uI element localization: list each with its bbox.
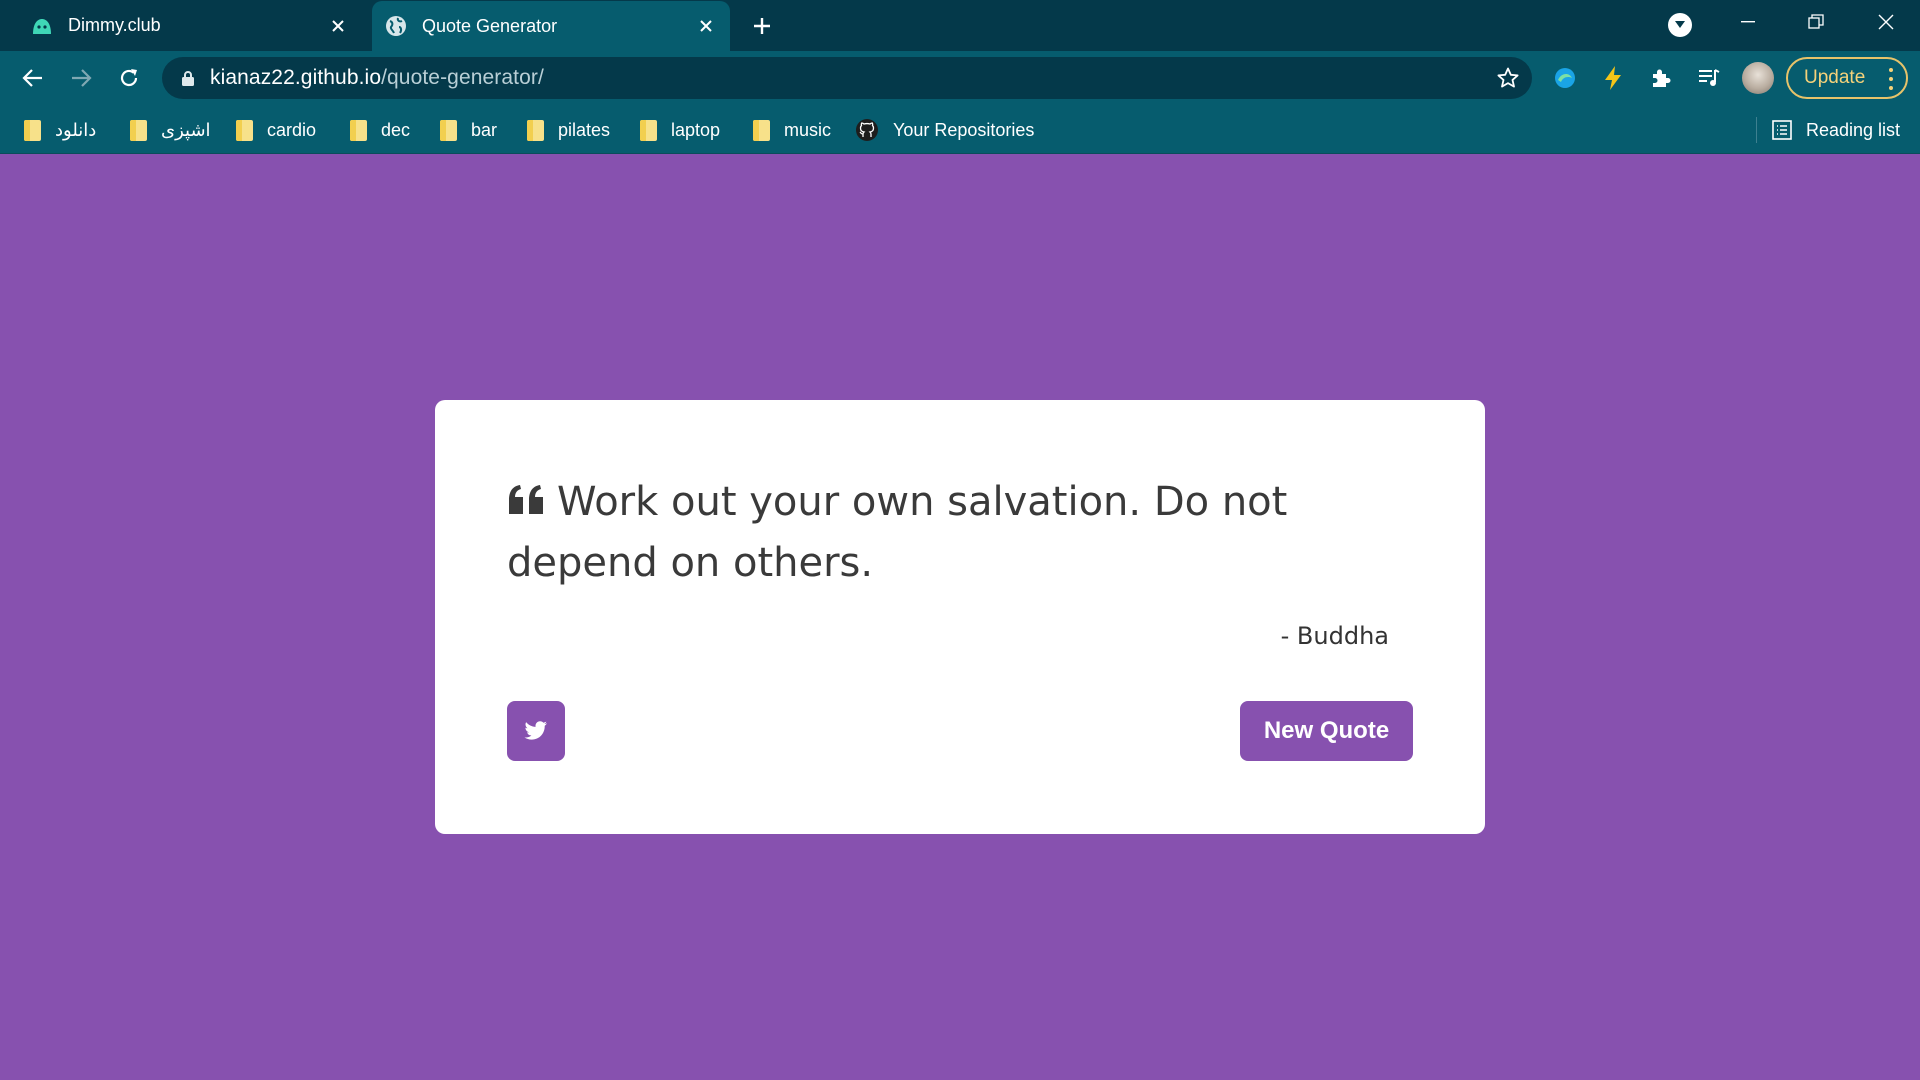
- bookmark-folder[interactable]: bar: [440, 115, 497, 145]
- minimize-icon: [1741, 21, 1755, 23]
- url-path: /quote-generator/: [381, 66, 544, 89]
- url-text: kianaz22.github.io/quote-generator/: [210, 66, 544, 90]
- bookmark-folder[interactable]: cardio: [236, 115, 316, 145]
- tab-title: Dimmy.club: [68, 15, 161, 35]
- bookmark-folder[interactable]: اشپزی: [130, 115, 211, 145]
- bookmark-label: bar: [471, 119, 498, 140]
- forward-button[interactable]: [64, 61, 98, 95]
- browser-toolbar: kianaz22.github.io/quote-generator/ Upda…: [0, 51, 1920, 105]
- folder-icon: [440, 119, 457, 141]
- bookmark-folder[interactable]: pilates: [527, 115, 610, 145]
- twitter-icon: [524, 721, 547, 740]
- reload-icon: [120, 69, 138, 87]
- quote-card: Work out your own salvation. Do not depe…: [435, 400, 1485, 834]
- new-tab-button[interactable]: [746, 10, 778, 42]
- reading-list-label: Reading list: [1806, 119, 1901, 140]
- quote-author: - Buddha: [1280, 622, 1389, 650]
- folder-icon: [640, 119, 657, 141]
- bookmark-label: اشپزی: [161, 119, 211, 140]
- more-menu-icon[interactable]: [1888, 68, 1894, 90]
- tab-quote-generator[interactable]: Quote Generator: [372, 1, 730, 51]
- github-icon: [855, 118, 879, 142]
- bookmark-your-repositories[interactable]: Your Repositories: [855, 115, 1034, 145]
- folder-icon: [753, 119, 770, 141]
- tab-bar: Dimmy.club Quote Generator: [0, 0, 1920, 51]
- update-label: Update: [1804, 67, 1866, 88]
- media-controls-icon[interactable]: [1694, 63, 1724, 93]
- folder-icon: [350, 119, 367, 141]
- chevron-down-icon: [1675, 21, 1685, 28]
- edge-extension-icon[interactable]: [1550, 63, 1580, 93]
- back-button[interactable]: [16, 61, 50, 95]
- plus-icon: [754, 18, 770, 34]
- dimmy-logo-icon: [30, 14, 54, 38]
- restore-button[interactable]: [1786, 0, 1846, 44]
- reload-button[interactable]: [112, 61, 146, 95]
- url-host: kianaz22.github.io: [210, 66, 382, 89]
- bookmarks-divider: [1756, 117, 1757, 143]
- bookmark-label: laptop: [671, 119, 721, 140]
- puzzle-extensions-icon[interactable]: [1646, 63, 1676, 93]
- close-icon: [1878, 14, 1894, 30]
- arrow-right-icon: [72, 69, 92, 87]
- bookmark-folder[interactable]: دانلود: [24, 115, 96, 145]
- folder-icon: [24, 119, 41, 141]
- folder-icon: [130, 119, 147, 141]
- update-button[interactable]: Update: [1786, 57, 1908, 99]
- bookmark-folder[interactable]: dec: [350, 115, 410, 145]
- new-quote-button[interactable]: New Quote: [1240, 701, 1413, 761]
- bookmark-folder[interactable]: music: [753, 115, 831, 145]
- bookmark-label: cardio: [267, 119, 317, 140]
- bookmarks-bar: دانلود اشپزی cardio dec bar pilates lapt…: [0, 105, 1920, 154]
- close-window-button[interactable]: [1856, 0, 1916, 44]
- bookmark-label: music: [784, 119, 832, 140]
- reading-list-button[interactable]: Reading list: [1772, 115, 1900, 145]
- bookmark-star-icon[interactable]: [1496, 66, 1520, 90]
- quote-text: Work out your own salvation. Do not depe…: [507, 479, 1288, 586]
- lock-icon[interactable]: [180, 69, 196, 87]
- folder-icon: [527, 119, 544, 141]
- close-tab-icon[interactable]: [324, 12, 352, 40]
- reading-list-icon: [1772, 120, 1792, 140]
- bookmark-label: Your Repositories: [893, 119, 1035, 140]
- close-tab-icon[interactable]: [692, 12, 720, 40]
- tab-search-button[interactable]: [1668, 13, 1692, 37]
- bookmark-label: دانلود: [55, 119, 97, 140]
- tweet-button[interactable]: [507, 701, 565, 761]
- globe-icon: [384, 14, 408, 38]
- tab-dimmy-club[interactable]: Dimmy.club: [18, 0, 362, 51]
- bookmark-label: dec: [381, 119, 411, 140]
- bookmark-folder[interactable]: laptop: [640, 115, 720, 145]
- bookmark-label: pilates: [558, 119, 611, 140]
- minimize-button[interactable]: [1718, 0, 1778, 44]
- address-bar[interactable]: kianaz22.github.io/quote-generator/: [162, 57, 1532, 99]
- folder-icon: [236, 119, 253, 141]
- lightning-extension-icon[interactable]: [1598, 63, 1628, 93]
- arrow-left-icon: [22, 69, 42, 87]
- restore-icon: [1808, 14, 1824, 29]
- profile-avatar[interactable]: [1742, 62, 1774, 94]
- tab-title: Quote Generator: [422, 15, 558, 36]
